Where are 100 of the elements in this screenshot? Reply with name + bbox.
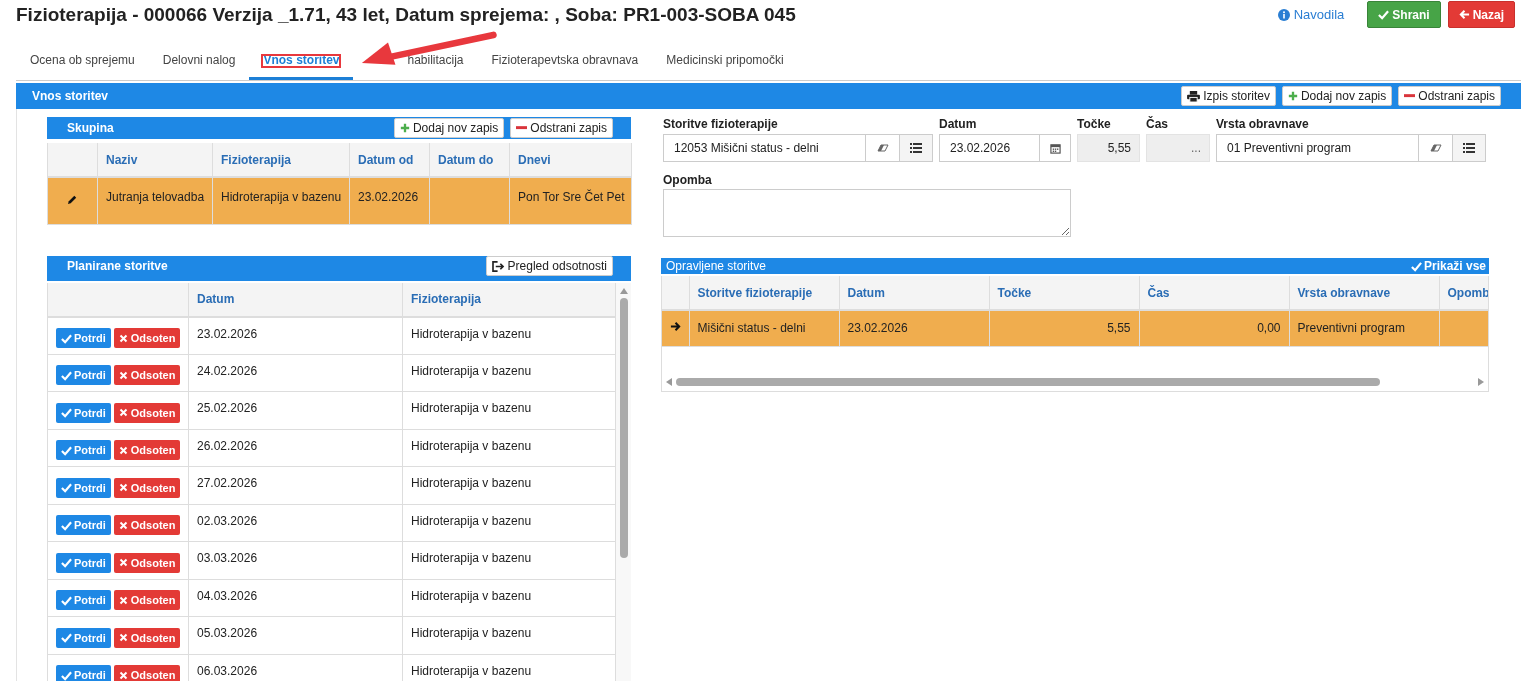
absent-button[interactable]: Odsoten xyxy=(113,328,181,348)
tab[interactable]: Delovni nalog xyxy=(148,42,250,80)
absent-button[interactable]: Odsoten xyxy=(113,665,181,681)
remove-button[interactable]: Odstrani zapis xyxy=(1398,86,1501,106)
confirm-button[interactable]: Potrdi xyxy=(56,440,111,461)
close-icon xyxy=(118,408,128,418)
table-cell: Hidroterapija v bazenu xyxy=(411,476,532,491)
table-cell: Hidroterapija v bazenu xyxy=(221,190,342,204)
confirm-button[interactable]: Potrdi xyxy=(56,627,111,648)
close-icon xyxy=(118,483,128,493)
absent-button[interactable]: Odsoten xyxy=(113,365,181,386)
column-header[interactable]: Fizioterapija xyxy=(212,143,350,177)
table-cell: Jutranja telovadba xyxy=(106,190,205,204)
readonly-field: ... xyxy=(1146,134,1210,162)
check-icon xyxy=(61,369,72,381)
absent-button[interactable]: Odsoten xyxy=(113,515,181,536)
show-all-checkbox[interactable]: Prikaži vse xyxy=(1410,257,1486,275)
help-link[interactable]: Navodila xyxy=(1277,4,1345,25)
absence-review-button[interactable]: Pregled odsotnosti xyxy=(485,256,613,276)
field-label: Vrsta obravnave xyxy=(1216,116,1310,131)
section-title: Vnos storitev xyxy=(32,88,109,105)
printer-icon xyxy=(1187,90,1201,102)
close-icon xyxy=(118,595,128,605)
confirm-button[interactable]: Potrdi xyxy=(56,552,111,573)
note-field[interactable] xyxy=(663,189,1071,237)
lookup-field[interactable]: 01 Preventivni program xyxy=(1216,134,1486,162)
save-button[interactable]: Shrani xyxy=(1367,1,1441,28)
confirm-button[interactable]: Potrdi xyxy=(56,515,111,536)
check-icon xyxy=(61,407,72,419)
confirm-button[interactable]: Potrdi xyxy=(56,590,111,611)
absent-button[interactable]: Odsoten xyxy=(113,552,181,573)
column-header[interactable]: Datum xyxy=(839,276,989,310)
scrollbar[interactable] xyxy=(616,282,631,681)
lookup-field[interactable]: 12053 Mišični status - delni xyxy=(663,134,933,162)
field-label: Čas xyxy=(1146,115,1169,131)
add-button[interactable]: Dodaj nov zapis xyxy=(1281,86,1393,106)
tab[interactable]: Vnos storitev xyxy=(249,42,354,80)
checkbox[interactable] xyxy=(1410,260,1422,272)
table-row[interactable]: Mišični status - delni 23.02.2026 5,55 0,00 Preventivni program xyxy=(662,310,1488,346)
close-icon xyxy=(118,633,128,643)
date-field[interactable]: 23.02.2026 xyxy=(939,134,1071,162)
column-header[interactable]: Čas xyxy=(1139,276,1289,310)
absent-button[interactable]: Odsoten xyxy=(113,627,181,648)
field-label: Opomba xyxy=(663,172,713,187)
table-cell: 5,55 xyxy=(1107,321,1131,336)
table-cell: 05.03.2026 xyxy=(197,626,258,641)
column-header[interactable]: Datum od xyxy=(349,143,430,177)
column-header[interactable]: Datum do xyxy=(429,143,510,177)
column-header[interactable]: Vrsta obravnave xyxy=(1289,276,1439,310)
table-cell: Hidroterapija v bazenu xyxy=(411,401,532,416)
check-icon xyxy=(61,557,72,569)
confirm-button[interactable]: Potrdi xyxy=(56,477,111,498)
table-cell: 23.02.2026 xyxy=(847,321,908,336)
minus-icon xyxy=(516,126,528,130)
confirm-button[interactable]: Potrdi xyxy=(56,328,111,348)
tab[interactable]: Fizioterapevtska obravnava xyxy=(477,42,653,80)
scroll-thumb[interactable] xyxy=(619,297,628,558)
print-button[interactable]: Izpis storitev xyxy=(1181,86,1276,106)
table-cell: Hidroterapija v bazenu xyxy=(411,551,532,566)
table-cell: Hidroterapija v bazenu xyxy=(411,326,532,341)
confirm-button[interactable]: Potrdi xyxy=(56,365,111,386)
absent-button[interactable]: Odsoten xyxy=(113,440,181,461)
add-button[interactable]: Dodaj nov zapis xyxy=(393,118,505,138)
table-cell: 23.02.2026 xyxy=(358,190,419,204)
table-cell: 0,00 xyxy=(1257,321,1281,336)
confirm-button[interactable]: Potrdi xyxy=(56,665,111,681)
absent-button[interactable]: Odsoten xyxy=(113,477,181,498)
close-icon xyxy=(118,520,128,530)
tab[interactable]: Ocena ob sprejemu xyxy=(16,42,149,80)
table-cell: 25.02.2026 xyxy=(197,401,258,416)
list-button[interactable] xyxy=(899,135,932,161)
table-cell: Hidroterapija v bazenu xyxy=(411,588,532,603)
table-cell: Hidroterapija v bazenu xyxy=(411,513,532,528)
scroll-thumb[interactable] xyxy=(676,377,1380,386)
table-cell: 24.02.2026 xyxy=(197,363,258,378)
back-button[interactable]: Nazaj xyxy=(1447,1,1515,28)
column-header[interactable]: Storitve fizioterapije xyxy=(689,276,839,310)
remove-button[interactable]: Odstrani zapis xyxy=(510,118,613,138)
confirm-button[interactable]: Potrdi xyxy=(56,402,111,423)
column-header[interactable]: Datum xyxy=(188,282,403,317)
close-icon xyxy=(118,370,128,380)
column-header[interactable]: Dnevi xyxy=(509,143,632,177)
column-header[interactable]: Naziv xyxy=(97,143,213,177)
column-header[interactable]: Fizioterapija xyxy=(402,282,616,317)
table-cell: 06.03.2026 xyxy=(197,663,258,678)
table-row[interactable]: Jutranja telovadba Hidroterapija v bazenu 23.02.2026 Pon Tor Sre Čet Pet xyxy=(47,177,632,224)
plus-icon xyxy=(1287,91,1298,101)
exit-icon xyxy=(491,260,505,272)
table-cell: Hidroterapija v bazenu xyxy=(411,663,532,678)
scroll-up-icon[interactable] xyxy=(619,287,628,294)
scroll-right-icon[interactable] xyxy=(1478,377,1484,386)
table-cell: Pon Tor Sre Čet Pet xyxy=(518,190,625,204)
list-button[interactable] xyxy=(1452,135,1485,161)
absent-button[interactable]: Odsoten xyxy=(113,402,181,423)
check-icon xyxy=(61,444,72,456)
absent-button[interactable]: Odsoten xyxy=(113,590,181,611)
tab[interactable]: Medicinski pripomočki xyxy=(652,42,798,80)
tab[interactable]: habilitacija xyxy=(393,42,478,80)
check-icon xyxy=(61,482,72,494)
column-header[interactable]: Točke xyxy=(989,276,1139,310)
